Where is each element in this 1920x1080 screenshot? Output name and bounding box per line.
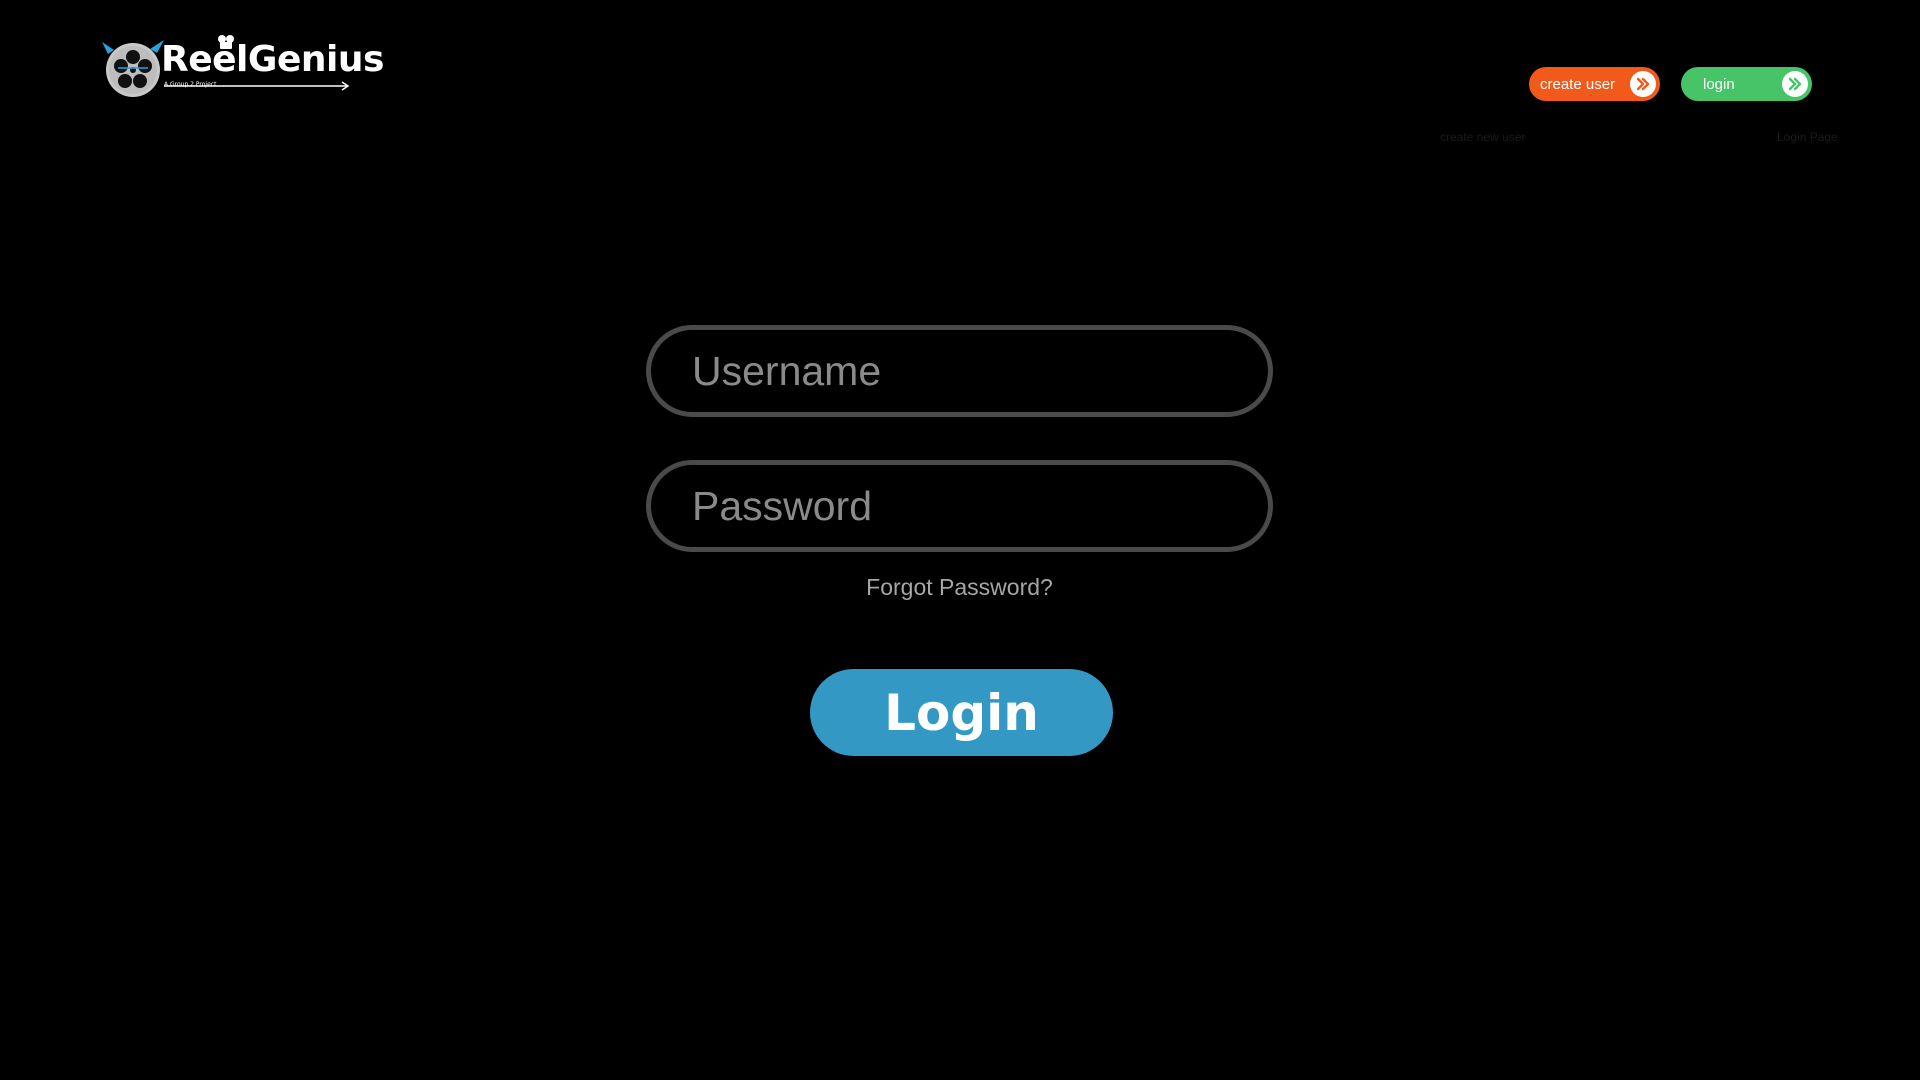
brand-logo[interactable]: ReelGenius A Group 2 Project xyxy=(100,34,384,98)
create-user-button[interactable]: create user xyxy=(1529,67,1660,101)
double-chevron-right-icon xyxy=(1630,71,1656,97)
brand-name: ReelGenius xyxy=(161,39,384,80)
login-page: ReelGenius A Group 2 Project create user… xyxy=(0,0,1920,1080)
username-input[interactable] xyxy=(651,330,1268,412)
password-field[interactable] xyxy=(646,460,1273,552)
forgot-password-link[interactable]: Forgot Password? xyxy=(646,574,1273,601)
create-user-caption: create new user xyxy=(1440,130,1526,144)
username-field[interactable] xyxy=(646,325,1273,417)
header-login-label: login xyxy=(1703,75,1735,93)
login-button[interactable]: Login xyxy=(810,669,1113,756)
double-chevron-right-icon xyxy=(1782,71,1808,97)
film-reel-icon xyxy=(102,40,164,97)
brand-tagline: A Group 2 Project xyxy=(164,81,217,88)
create-user-label: create user xyxy=(1540,75,1616,93)
login-page-caption: Login Page xyxy=(1777,130,1838,144)
header-login-button[interactable]: login xyxy=(1681,67,1812,101)
password-input[interactable] xyxy=(651,465,1268,547)
